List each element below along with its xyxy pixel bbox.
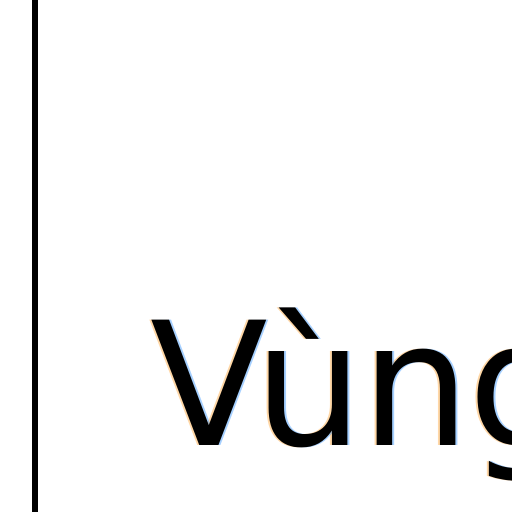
zoomed-viewport: Vùng [0,0,512,512]
cell-label: Vùng [150,285,512,486]
cell-left-border [32,0,38,512]
